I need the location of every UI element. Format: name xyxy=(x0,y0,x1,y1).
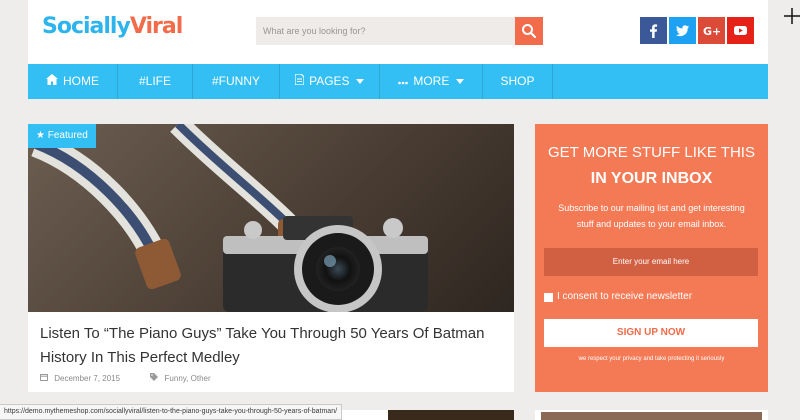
featured-badge: ★ Featured xyxy=(28,124,96,148)
nav-item-life[interactable]: #LIFE xyxy=(118,64,193,99)
calendar-icon xyxy=(40,372,48,386)
nav-item-home[interactable]: HOME xyxy=(28,64,118,99)
facebook-button[interactable] xyxy=(640,17,667,44)
site-logo[interactable]: SociallyViral xyxy=(42,14,183,39)
featured-post-card: ★ Featured Listen To “The Piano Guys” Ta… xyxy=(28,124,514,392)
next-post-image xyxy=(388,410,514,420)
youtube-icon xyxy=(734,26,747,35)
nav-label: PAGES xyxy=(309,74,350,88)
nav-label: #FUNNY xyxy=(211,74,260,88)
nav-label: SHOP xyxy=(500,74,535,88)
nav-label: HOME xyxy=(63,74,99,88)
site-header: SociallyViral What are you looking for? … xyxy=(28,0,768,64)
star-icon: ★ xyxy=(36,130,45,141)
caret-down-icon xyxy=(455,79,464,85)
googleplus-icon: G+ xyxy=(703,25,721,38)
crosshair-cursor-icon xyxy=(784,8,800,24)
search-input[interactable]: What are you looking for? xyxy=(263,26,366,36)
facebook-icon xyxy=(650,24,658,38)
search-icon xyxy=(522,24,537,39)
twitter-button[interactable] xyxy=(669,17,696,44)
post-categories[interactable]: Funny, Other xyxy=(165,372,211,386)
email-field[interactable]: Enter your email here xyxy=(544,248,758,276)
nav-item-more[interactable]: MORE xyxy=(380,64,483,99)
page-icon xyxy=(294,64,305,99)
nav-label: #LIFE xyxy=(138,74,171,88)
privacy-note: we respect your privacy and take protect… xyxy=(578,356,725,362)
googleplus-button[interactable]: G+ xyxy=(698,17,725,44)
newsletter-widget: GET MORE STUFF LIKE THIS IN YOUR INBOX S… xyxy=(535,124,768,392)
search-box[interactable]: What are you looking for? xyxy=(256,17,543,45)
newsletter-description: Subscribe to our mailing list and get in… xyxy=(535,200,768,232)
dots-icon xyxy=(398,64,409,99)
nav-item-pages[interactable]: PAGES xyxy=(280,64,380,99)
logo-text-viral: Viral xyxy=(129,14,183,39)
consent-checkbox-row[interactable]: I consent to receive newsletter xyxy=(544,290,692,304)
search-button[interactable] xyxy=(515,17,543,45)
consent-checkbox[interactable] xyxy=(544,292,553,302)
nav-item-funny[interactable]: #FUNNY xyxy=(193,64,280,99)
post-date: December 7, 2015 xyxy=(54,374,121,383)
featured-badge-label: Featured xyxy=(47,130,88,141)
tag-icon xyxy=(150,372,159,386)
logo-text-socially: Socially xyxy=(42,14,131,39)
newsletter-heading: GET MORE STUFF LIKE THIS xyxy=(548,144,755,161)
featured-post-image[interactable]: ★ Featured xyxy=(28,124,514,312)
newsletter-description-line: stuff and updates to your email inbox. xyxy=(576,219,727,229)
newsletter-description-line: Subscribe to our mailing list and get in… xyxy=(558,203,745,213)
sidebar-next-image xyxy=(541,412,762,420)
nav-item-shop[interactable]: SHOP xyxy=(483,64,553,99)
caret-down-icon xyxy=(355,79,364,85)
nav-label: MORE xyxy=(413,74,450,88)
camera-photo-illustration xyxy=(31,124,428,312)
youtube-button[interactable] xyxy=(727,17,754,44)
twitter-icon xyxy=(676,25,689,37)
svg-text:G+: G+ xyxy=(703,25,721,38)
consent-label: I consent to receive newsletter xyxy=(557,291,693,302)
home-icon xyxy=(46,64,58,99)
post-title[interactable]: Listen To “The Piano Guys” Take You Thro… xyxy=(40,322,510,370)
signup-button[interactable]: SIGN UP NOW xyxy=(544,319,758,347)
browser-status-url: https://demo.mythemeshop.com/sociallyvir… xyxy=(0,404,343,420)
sidebar-next-widget xyxy=(535,410,768,420)
newsletter-subheading: IN YOUR INBOX xyxy=(590,170,713,187)
post-meta: December 7, 2015 Funny, Other xyxy=(40,372,211,386)
main-nav: HOME #LIFE #FUNNY PAGES MORE SHOP xyxy=(28,64,768,99)
